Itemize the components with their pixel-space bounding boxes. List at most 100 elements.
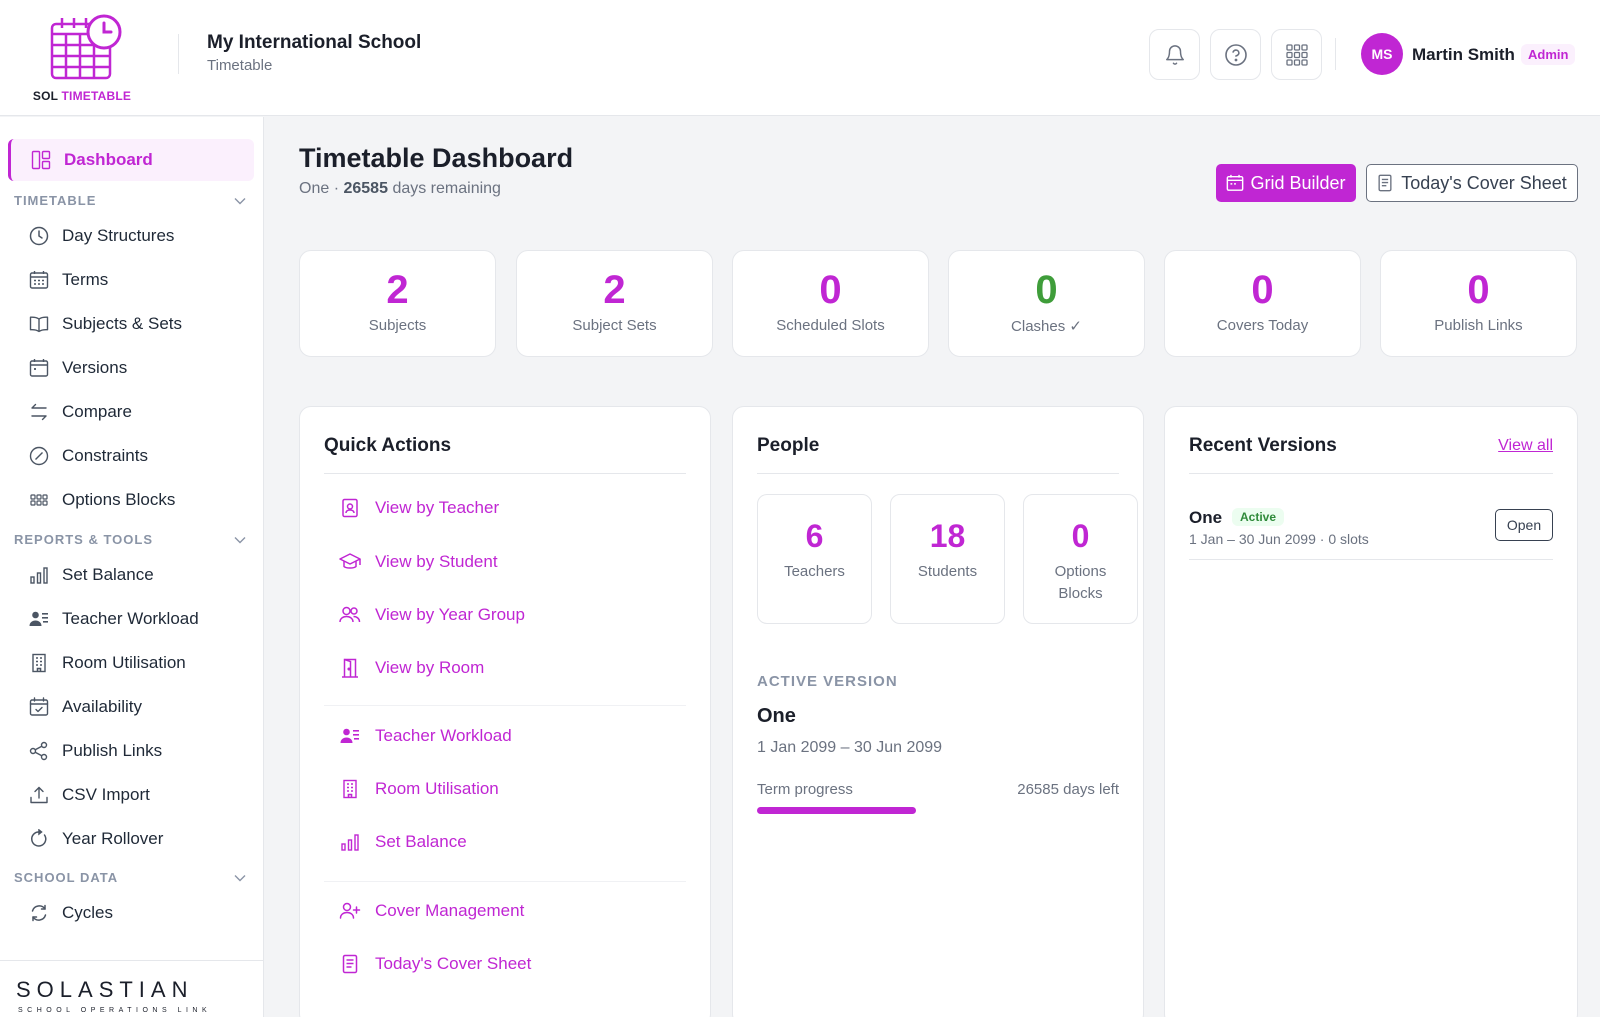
panel-divider (324, 473, 686, 474)
open-version-button[interactable]: Open (1495, 509, 1553, 541)
people-label: Students (917, 563, 978, 580)
calendar-grid-icon (28, 269, 50, 291)
quick-action-set-balance[interactable]: Set Balance (339, 831, 467, 853)
sidebar-item-room-utilisation[interactable]: Room Utilisation (8, 642, 254, 684)
people-card-teachers[interactable]: 6 Teachers (757, 494, 872, 624)
section-label: TIMETABLE (14, 193, 97, 208)
sidebar-item-dashboard[interactable]: Dashboard (8, 139, 254, 181)
sidebar-item-label: Room Utilisation (62, 653, 186, 672)
quick-action-label: Room Utilisation (375, 779, 499, 798)
apps-button[interactable] (1271, 29, 1322, 80)
user-avatar[interactable]: MS (1361, 33, 1403, 75)
version-meta: 1 Jan – 30 Jun 2099 · 0 slots (1189, 531, 1369, 547)
stat-label: Subjects (368, 317, 427, 334)
section-timetable[interactable]: TIMETABLE (14, 193, 246, 208)
people-card-students[interactable]: 18 Students (890, 494, 1005, 624)
notifications-button[interactable] (1149, 29, 1200, 80)
user-list-icon (339, 725, 361, 747)
stat-value: 2 (386, 268, 409, 312)
sidebar-footer: SOLASTIAN SCHOOL OPERATIONS LINK (0, 960, 263, 1017)
id-badge-icon (339, 497, 361, 519)
todays-cover-sheet-button[interactable]: Today's Cover Sheet (1366, 164, 1578, 202)
stat-card-publish-links[interactable]: 0 Publish Links (1380, 250, 1577, 357)
chevron-down-icon (234, 197, 246, 204)
sidebar-item-options-blocks[interactable]: Options Blocks (8, 479, 254, 521)
refresh-icon (28, 902, 50, 924)
ban-icon (28, 445, 50, 467)
people-card-options-blocks[interactable]: 0 Options Blocks (1023, 494, 1138, 624)
section-school-data[interactable]: SCHOOL DATA (14, 870, 246, 885)
logo-timetable-text: TIMETABLE (61, 89, 132, 103)
sidebar-item-versions[interactable]: Versions (8, 347, 254, 389)
chevron-down-icon (234, 874, 246, 881)
term-progress-label: Term progress (757, 781, 853, 798)
stat-card-covers-today[interactable]: 0 Covers Today (1164, 250, 1361, 357)
active-version-dates: 1 Jan 2099 – 30 Jun 2099 (757, 739, 943, 756)
quick-action-view-by-teacher[interactable]: View by Teacher (339, 497, 499, 519)
sidebar-item-compare[interactable]: Compare (8, 391, 254, 433)
user-name[interactable]: Martin Smith (1412, 45, 1515, 65)
user-plus-icon (339, 900, 361, 922)
days-remaining-suffix: days remaining (392, 180, 501, 197)
rotate-icon (28, 828, 50, 850)
quick-action-label: View by Room (375, 658, 485, 677)
sidebar-item-csv-import[interactable]: CSV Import (8, 774, 254, 816)
sol-timetable-logo[interactable]: SOL TIMETABLE (30, 12, 134, 108)
quick-action-todays-cover-sheet[interactable]: Today's Cover Sheet (339, 953, 531, 975)
quick-action-room-utilisation[interactable]: Room Utilisation (339, 778, 499, 800)
stat-label: Covers Today (1216, 317, 1309, 334)
stat-value: 2 (603, 268, 626, 312)
help-icon (1224, 43, 1247, 66)
quick-action-cover-management[interactable]: Cover Management (339, 900, 524, 922)
sidebar-item-label: Terms (62, 270, 109, 289)
quick-action-view-by-student[interactable]: View by Student (339, 551, 498, 573)
people-label: Options Blocks (1054, 563, 1107, 602)
version-name: One (1189, 508, 1223, 527)
people-count: 0 (1071, 518, 1090, 554)
stat-card-clashes[interactable]: 0 Clashes ✓ (948, 250, 1145, 357)
calendar-icon (1227, 174, 1244, 191)
document-icon (1378, 174, 1392, 192)
sidebar-item-label: Compare (62, 402, 132, 421)
stat-card-subject-sets[interactable]: 2 Subject Sets (516, 250, 713, 357)
sidebar-item-set-balance[interactable]: Set Balance (8, 554, 254, 596)
term-progress-bar (757, 807, 1119, 814)
quick-actions-panel: Quick Actions View by Teacher View by St… (299, 406, 711, 1017)
list-divider (1189, 559, 1553, 560)
help-button[interactable] (1210, 29, 1261, 80)
quick-action-teacher-workload[interactable]: Teacher Workload (339, 725, 512, 747)
user-list-icon (28, 608, 50, 630)
sidebar-item-terms[interactable]: Terms (8, 259, 254, 301)
sidebar-item-label: Constraints (62, 446, 148, 465)
sidebar-item-year-rollover[interactable]: Year Rollover (8, 818, 254, 860)
stat-card-scheduled-slots[interactable]: 0 Scheduled Slots (732, 250, 929, 357)
chevron-down-icon (234, 536, 246, 543)
grid-builder-button[interactable]: Grid Builder (1216, 164, 1356, 202)
sidebar-item-publish-links[interactable]: Publish Links (8, 730, 254, 772)
document-icon (339, 953, 361, 975)
calendar-check-icon (28, 696, 50, 718)
quick-action-view-by-year-group[interactable]: View by Year Group (339, 604, 525, 626)
grid-builder-label: Grid Builder (1250, 172, 1346, 193)
sidebar-item-day-structures[interactable]: Day Structures (8, 215, 254, 257)
stat-card-subjects[interactable]: 2 Subjects (299, 250, 496, 357)
quick-action-label: Set Balance (375, 832, 467, 851)
quick-action-label: Cover Management (375, 901, 525, 920)
building-icon (28, 652, 50, 674)
sidebar-item-label: Set Balance (62, 565, 154, 584)
sidebar-item-constraints[interactable]: Constraints (8, 435, 254, 477)
section-reports-tools[interactable]: REPORTS & TOOLS (14, 532, 246, 547)
logo-wordmark: SOL TIMETABLE (30, 89, 134, 103)
sidebar-item-label: Publish Links (62, 741, 163, 760)
sidebar-item-availability[interactable]: Availability (8, 686, 254, 728)
section-label: SCHOOL DATA (14, 870, 119, 885)
panel-title: Recent Versions (1189, 435, 1337, 456)
view-all-link[interactable]: View all (1498, 437, 1553, 455)
quick-action-view-by-room[interactable]: View by Room (339, 657, 484, 679)
panel-divider (1189, 473, 1553, 474)
sidebar-item-teacher-workload[interactable]: Teacher Workload (8, 598, 254, 640)
sidebar-item-subjects-sets[interactable]: Subjects & Sets (8, 303, 254, 345)
user-role-badge: Admin (1521, 44, 1576, 65)
term-progress-fill (757, 807, 917, 814)
sidebar-item-cycles[interactable]: Cycles (8, 892, 254, 934)
